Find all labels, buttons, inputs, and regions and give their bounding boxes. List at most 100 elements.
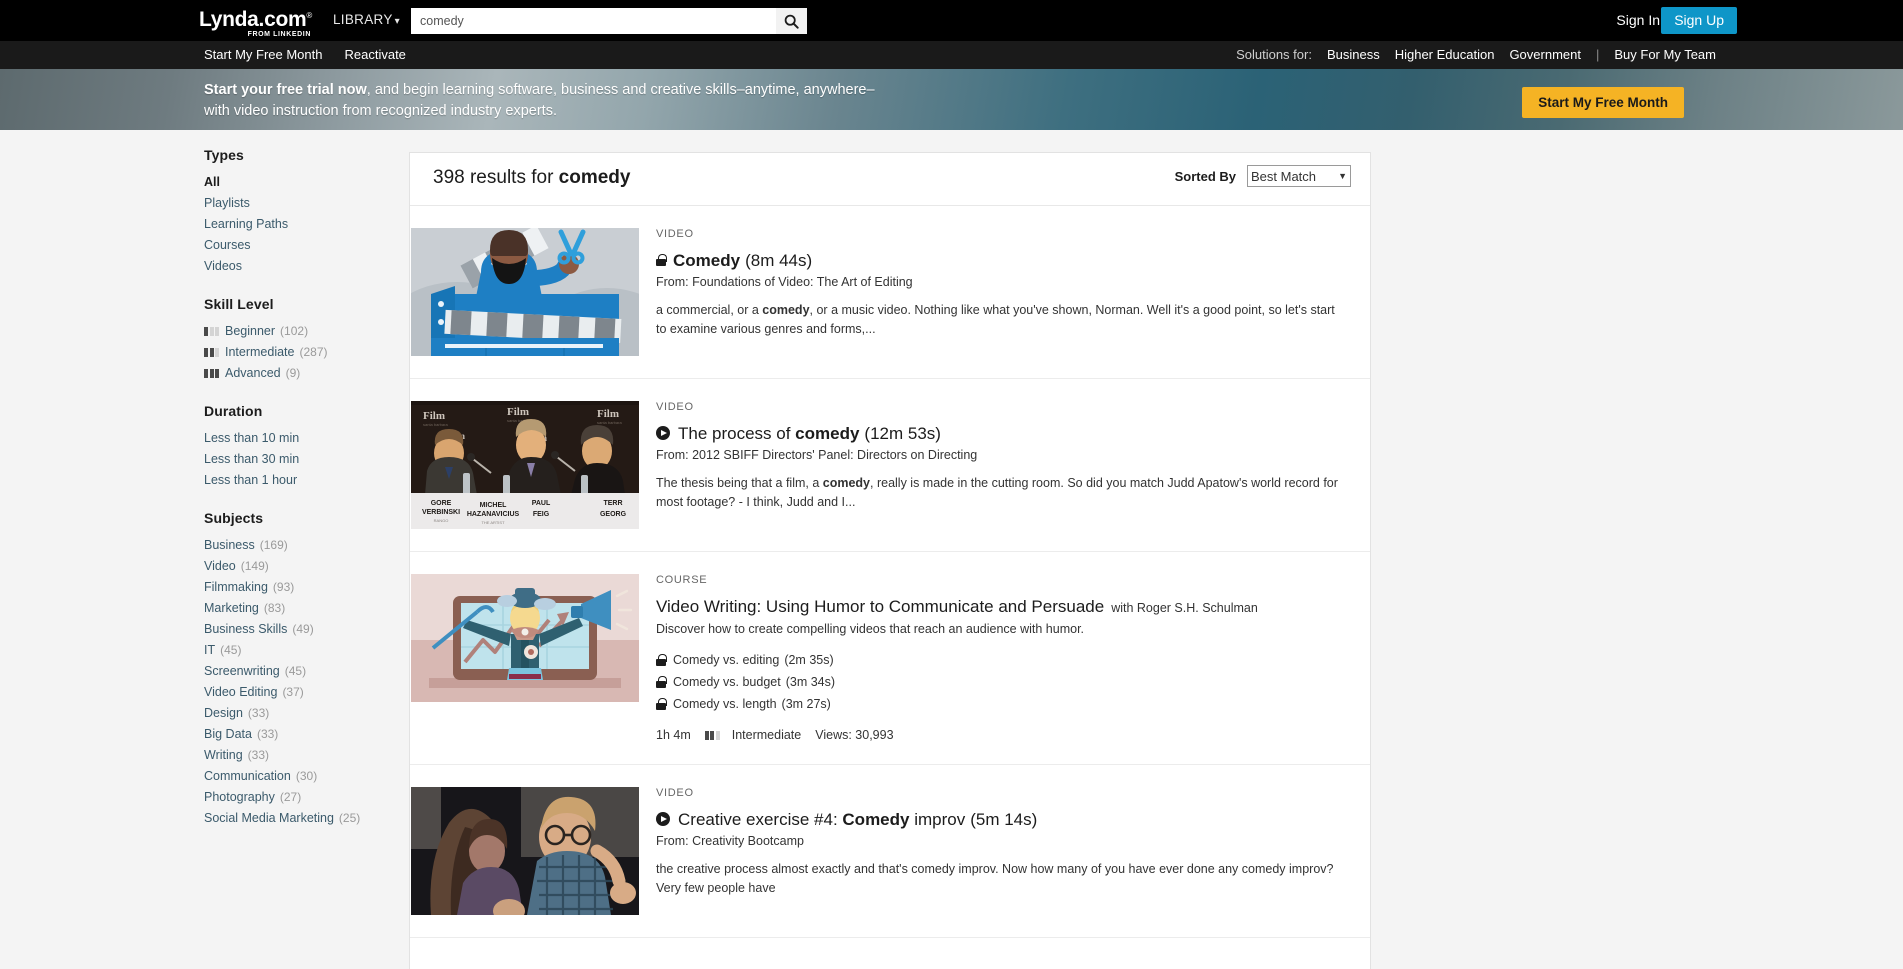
course-chapter-duration: (3m 27s) [781, 697, 831, 711]
start-free-month-link[interactable]: Start My Free Month [204, 47, 322, 62]
result-title-text[interactable]: Video Writing: Using Humor to Communicat… [656, 596, 1104, 618]
filter-item-big-data[interactable]: Big Data (33) [204, 724, 394, 745]
course-chapter-row[interactable]: Comedy vs. budget (3m 34s) [656, 675, 1347, 689]
filter-item-communication[interactable]: Communication (30) [204, 766, 394, 787]
results-count-prefix: 398 results for [433, 167, 559, 188]
course-chapter-duration: (2m 35s) [784, 653, 834, 667]
svg-text:THE ARTIST: THE ARTIST [481, 520, 505, 525]
filter-item-courses[interactable]: Courses [204, 235, 394, 256]
result-title-highlight: Video Writing: Using Humor to Communicat… [656, 597, 1105, 616]
library-menu[interactable]: LIBRARY ▾ [333, 12, 400, 27]
snippet-highlight: comedy [762, 303, 810, 317]
result-thumbnail[interactable] [411, 574, 639, 702]
results-list: VIDEO Comedy (8m 44s) From: Foundations of … [410, 206, 1370, 938]
filter-item-label: Screenwriting [204, 664, 280, 678]
sort-selected-value: Best Match [1251, 168, 1317, 184]
search-button[interactable] [776, 8, 807, 34]
filter-item-social-media-marketing[interactable]: Social Media Marketing (25) [204, 808, 394, 829]
results-query-term: comedy [558, 167, 631, 188]
filter-item-count: (25) [338, 811, 361, 825]
search-input[interactable] [411, 8, 776, 34]
result-title-text[interactable]: Creative exercise #4: Comedy improv [678, 809, 965, 831]
filter-item-label: Advanced [225, 366, 281, 380]
filter-item-business-skills[interactable]: Business Skills (49) [204, 619, 394, 640]
filter-item-label: Marketing [204, 601, 259, 615]
result-type-label: VIDEO [656, 228, 694, 240]
result-title-text[interactable]: Comedy [673, 250, 740, 272]
lock-icon [656, 676, 667, 688]
top-navigation-bar: Lynda.com® FROM LINKEDIN LIBRARY▾ Sign I… [0, 0, 1903, 41]
result-snippet: the creative process almost exactly and … [656, 860, 1347, 898]
search-bar [411, 8, 807, 34]
sort-select[interactable]: Best Match ▼ [1247, 165, 1351, 187]
filter-item-business[interactable]: Business (169) [204, 535, 394, 556]
results-count: 398 results for comedy [433, 167, 630, 189]
filter-item-label: IT [204, 643, 216, 657]
filter-item-count: (149) [240, 559, 269, 573]
filter-item-label: Video Editing [204, 685, 278, 699]
reactivate-link[interactable]: Reactivate [344, 47, 405, 62]
filter-item-photography[interactable]: Photography (27) [204, 787, 394, 808]
promo-cta-button[interactable]: Start My Free Month [1522, 87, 1684, 118]
filter-group-duration: Duration Less than 10 min Less than 30 min… [204, 403, 394, 491]
result-title-text[interactable]: The process of comedy [678, 423, 859, 445]
filter-item-it[interactable]: IT (45) [204, 640, 394, 661]
promo-body: , and begin learning software, business … [366, 82, 875, 98]
result-type-label: COURSE [656, 574, 708, 586]
course-chapter-title: Comedy vs. editing [673, 653, 780, 667]
filter-item-marketing[interactable]: Marketing (83) [204, 598, 394, 619]
filter-item-all[interactable]: All [204, 172, 394, 193]
filter-group-title: Types [204, 147, 244, 163]
secondary-navigation-bar: Start My Free Month Reactivate Solutions… [0, 41, 1903, 69]
filter-group-title: Subjects [204, 510, 264, 526]
filter-item-video[interactable]: Video (149) [204, 556, 394, 577]
filter-item-filmmaking[interactable]: Filmmaking (93) [204, 577, 394, 598]
svg-text:VERBINSKI: VERBINSKI [422, 509, 460, 516]
buy-for-my-team-link[interactable]: Buy For My Team [1614, 47, 1716, 62]
solutions-government-link[interactable]: Government [1509, 47, 1581, 62]
result-title: Video Writing: Using Humor to Communicat… [656, 596, 1347, 619]
filter-item-less-than-30-min[interactable]: Less than 30 min [204, 449, 394, 470]
filter-item-label: Less than 30 min [204, 452, 300, 466]
filter-item-learning-paths[interactable]: Learning Paths [204, 214, 394, 235]
result-thumbnail[interactable] [411, 787, 639, 915]
filter-item-beginner[interactable]: Beginner (102) [204, 321, 394, 342]
result-thumbnail[interactable]: FilmFilmFilm FilmFilm santa barbarasanta… [411, 401, 639, 529]
search-icon [784, 14, 799, 29]
course-chapter-row[interactable]: Comedy vs. length (3m 27s) [656, 697, 1347, 711]
filter-item-design[interactable]: Design (33) [204, 703, 394, 724]
solutions-business-link[interactable]: Business [1327, 47, 1380, 62]
filter-item-count: (9) [285, 366, 301, 380]
filter-item-count: (27) [279, 790, 302, 804]
filter-item-video-editing[interactable]: Video Editing (37) [204, 682, 394, 703]
result-type-label: VIDEO [656, 401, 694, 413]
result-title: Creative exercise #4: Comedy improv (5m 1… [656, 809, 1347, 831]
filter-item-label: Writing [204, 748, 243, 762]
filter-item-screenwriting[interactable]: Screenwriting (45) [204, 661, 394, 682]
promo-body-line2: with video instruction from recognized i… [204, 103, 557, 119]
filter-group-skill-level: Skill Level Beginner (102) Intermediate (287… [204, 296, 394, 384]
course-views: Views: 30,993 [815, 728, 894, 742]
solutions-higher-education-link[interactable]: Higher Education [1395, 47, 1495, 62]
svg-text:HAZANAVICIUS: HAZANAVICIUS [467, 511, 520, 518]
sign-in-link[interactable]: Sign In [1616, 12, 1660, 28]
filter-item-less-than-1-hour[interactable]: Less than 1 hour [204, 470, 394, 491]
filter-item-label: Videos [204, 259, 242, 273]
filter-item-writing[interactable]: Writing (33) [204, 745, 394, 766]
thumbnail-art-improv [411, 787, 639, 915]
filter-item-less-than-10-min[interactable]: Less than 10 min [204, 428, 394, 449]
skill-level-icon [204, 327, 219, 336]
filter-item-playlists[interactable]: Playlists [204, 193, 394, 214]
sign-up-button[interactable]: Sign Up [1661, 7, 1737, 34]
svg-text:RANGO: RANGO [434, 518, 449, 523]
chevron-down-icon: ▾ [394, 16, 400, 27]
filter-item-label: Less than 10 min [204, 431, 300, 445]
filter-item-count: (45) [220, 643, 242, 657]
result-title: The process of comedy (12m 53s) [656, 423, 1347, 445]
lynda-logo[interactable]: Lynda.com® FROM LINKEDIN [199, 6, 312, 39]
filter-item-videos[interactable]: Videos [204, 256, 394, 277]
result-thumbnail[interactable] [411, 228, 639, 356]
filter-item-intermediate[interactable]: Intermediate (287) [204, 342, 394, 363]
filter-item-advanced[interactable]: Advanced (9) [204, 363, 394, 384]
course-chapter-row[interactable]: Comedy vs. editing (2m 35s) [656, 653, 1347, 667]
